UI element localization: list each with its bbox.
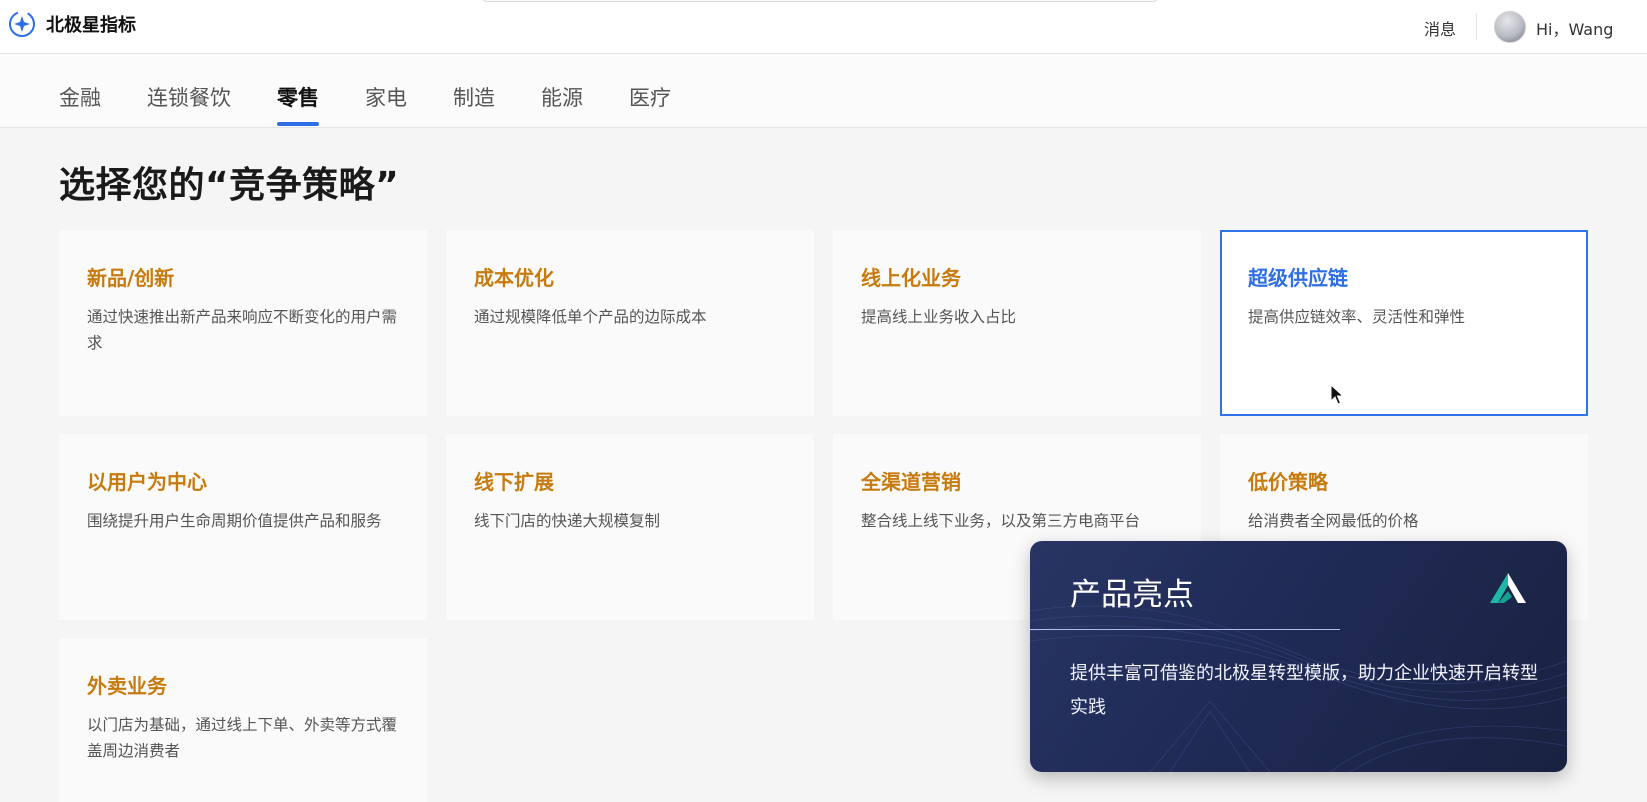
tab-energy[interactable]: 能源 — [541, 82, 583, 112]
industry-tabs: 金融 连锁餐饮 零售 家电 制造 能源 医疗 — [0, 54, 1647, 128]
strategy-card-online-business[interactable]: 线上化业务 提高线上业务收入占比 — [833, 230, 1201, 416]
promo-title: 产品亮点 — [1070, 577, 1194, 613]
card-title: 线下扩展 — [474, 470, 554, 494]
tab-chain-restaurant[interactable]: 连锁餐饮 — [147, 82, 231, 112]
card-description: 整合线上线下业务，以及第三方电商平台 — [861, 512, 1141, 530]
tab-manufacturing[interactable]: 制造 — [453, 82, 495, 112]
tab-healthcare[interactable]: 医疗 — [629, 82, 671, 112]
card-title: 以用户为中心 — [87, 470, 207, 494]
card-title: 新品/创新 — [87, 266, 175, 290]
card-description: 给消费者全网最低的价格 — [1248, 512, 1419, 530]
top-bar: 北极星指标 消息 Hi，Wang — [0, 0, 1647, 54]
brand-logo-icon — [1490, 573, 1526, 603]
card-description: 以门店为基础，通过线上下单、外卖等方式覆盖周边消费者 — [87, 716, 398, 760]
card-title: 超级供应链 — [1248, 266, 1348, 290]
strategy-card-super-supply-chain[interactable]: 超级供应链 提高供应链效率、灵活性和弹性 — [1220, 230, 1588, 416]
tab-home-appliance[interactable]: 家电 — [365, 82, 407, 112]
strategy-card-offline-expansion[interactable]: 线下扩展 线下门店的快递大规模复制 — [446, 434, 814, 620]
messages-link[interactable]: 消息 — [1424, 16, 1456, 40]
card-title: 外卖业务 — [87, 674, 167, 698]
product-highlight-popup[interactable]: 产品亮点 提供丰富可借鉴的北极星转型模版，助力企业快速开启转型实践 — [1030, 541, 1567, 772]
user-greeting[interactable]: Hi，Wang — [1536, 16, 1613, 40]
strategy-card-user-centric[interactable]: 以用户为中心 围绕提升用户生命周期价值提供产品和服务 — [59, 434, 427, 620]
search-bar[interactable] — [480, 0, 1160, 2]
active-tab-indicator — [277, 122, 319, 126]
strategy-card-takeout[interactable]: 外卖业务 以门店为基础，通过线上下单、外卖等方式覆盖周边消费者 — [59, 638, 427, 802]
card-description: 围绕提升用户生命周期价值提供产品和服务 — [87, 512, 382, 530]
mouse-cursor-icon — [1330, 384, 1344, 405]
card-description: 通过规模降低单个产品的边际成本 — [474, 308, 707, 326]
header-divider — [1476, 14, 1477, 40]
app-logo[interactable]: 北极星指标 — [8, 10, 136, 38]
promo-divider — [1030, 629, 1340, 630]
tab-finance[interactable]: 金融 — [59, 82, 101, 112]
strategy-card-innovation[interactable]: 新品/创新 通过快速推出新产品来响应不断变化的用户需求 — [59, 230, 427, 416]
page-title: 选择您的“竞争策略” — [59, 165, 400, 206]
strategy-card-cost-optimization[interactable]: 成本优化 通过规模降低单个产品的边际成本 — [446, 230, 814, 416]
card-description: 通过快速推出新产品来响应不断变化的用户需求 — [87, 308, 398, 352]
card-title: 线上化业务 — [861, 266, 961, 290]
avatar[interactable] — [1494, 11, 1526, 43]
card-title: 成本优化 — [474, 266, 554, 290]
card-description: 提高线上业务收入占比 — [861, 308, 1017, 326]
card-title: 低价策略 — [1248, 470, 1328, 494]
tab-retail[interactable]: 零售 — [277, 82, 319, 112]
card-title: 全渠道营销 — [861, 470, 961, 494]
app-title: 北极星指标 — [46, 15, 136, 36]
card-description: 线下门店的快递大规模复制 — [474, 512, 661, 530]
card-description: 提高供应链效率、灵活性和弹性 — [1248, 308, 1466, 326]
north-star-logo-icon — [9, 11, 35, 37]
promo-description: 提供丰富可借鉴的北极星转型模版，助力企业快速开启转型实践 — [1070, 663, 1538, 718]
